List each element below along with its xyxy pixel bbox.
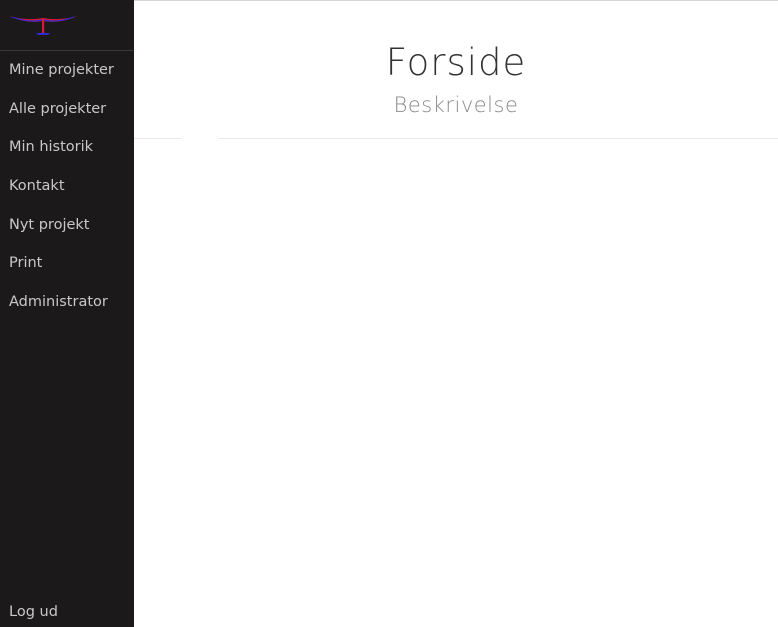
header-divider xyxy=(134,138,778,139)
sidebar-item-nyt-projekt[interactable]: Nyt projekt xyxy=(0,206,134,245)
sidebar: Mine projekter Alle projekter Min histor… xyxy=(0,0,134,627)
sidebar-item-mine-projekter[interactable]: Mine projekter xyxy=(0,51,134,90)
app-window: Mine projekter Alle projekter Min histor… xyxy=(0,0,778,627)
sidebar-nav: Mine projekter Alle projekter Min histor… xyxy=(0,51,134,322)
sidebar-item-kontakt[interactable]: Kontakt xyxy=(0,167,134,206)
main-content: Forside Beskrivelse xyxy=(134,0,778,627)
sidebar-item-min-historik[interactable]: Min historik xyxy=(0,128,134,167)
page-subtitle: Beskrivelse xyxy=(393,93,519,117)
logout-link[interactable]: Log ud xyxy=(9,604,58,620)
sidebar-item-print[interactable]: Print xyxy=(0,244,134,283)
header-divider-gap xyxy=(181,138,219,140)
sidebar-item-alle-projekter[interactable]: Alle projekter xyxy=(0,90,134,129)
glider-logo-icon xyxy=(9,16,77,35)
logo-area[interactable] xyxy=(0,0,134,51)
page-header: Forside Beskrivelse xyxy=(134,1,778,140)
sidebar-item-administrator[interactable]: Administrator xyxy=(0,283,134,322)
page-title: Forside xyxy=(385,41,527,84)
